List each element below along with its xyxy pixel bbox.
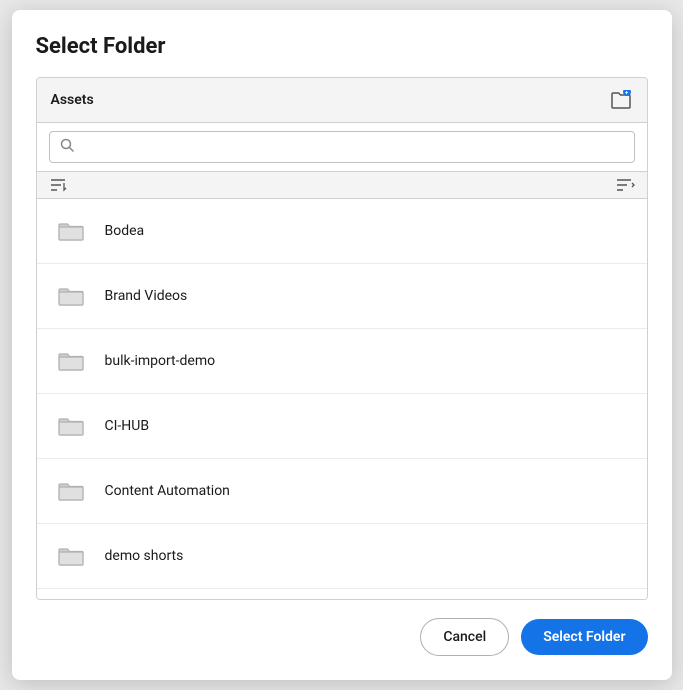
folder-item[interactable]: demo shorts (37, 524, 647, 589)
select-folder-button[interactable]: Select Folder (521, 619, 647, 655)
folder-icon (53, 278, 89, 314)
folder-name: bulk-import-demo (105, 353, 216, 369)
folder-name: CI-HUB (105, 418, 150, 434)
folder-name: Bodea (105, 223, 145, 239)
dialog-footer: Cancel Select Folder (36, 618, 648, 656)
folder-name: Brand Videos (105, 288, 188, 304)
folder-item[interactable]: Content Automation (37, 459, 647, 524)
cancel-button[interactable]: Cancel (420, 618, 509, 656)
sort-button[interactable] (49, 178, 67, 192)
panel-header: Assets + (37, 78, 647, 123)
filter-button[interactable] (615, 178, 635, 192)
assets-panel: Assets + (36, 77, 648, 600)
folder-item[interactable]: CI-HUB (37, 394, 647, 459)
search-input[interactable] (82, 139, 624, 155)
panel-header-title: Assets (51, 92, 94, 108)
search-bar (37, 123, 647, 172)
search-icon (60, 138, 74, 156)
assets-folder-icon[interactable]: + (609, 88, 633, 112)
search-input-wrapper[interactable] (49, 131, 635, 163)
toolbar-bar (37, 172, 647, 199)
folder-name: demo shorts (105, 548, 184, 564)
select-folder-dialog: Select Folder Assets + (12, 10, 672, 680)
folder-item[interactable]: Distribution Portal (37, 589, 647, 599)
folder-name: Content Automation (105, 483, 230, 499)
folder-item[interactable]: Brand Videos (37, 264, 647, 329)
folder-icon (53, 473, 89, 509)
folder-icon (53, 538, 89, 574)
folder-item[interactable]: Bodea (37, 199, 647, 264)
folder-list: Bodea Brand Videos bulk-import-demo (37, 199, 647, 599)
folder-icon (53, 408, 89, 444)
folder-icon (53, 213, 89, 249)
dialog-title: Select Folder (36, 34, 648, 59)
folder-icon (53, 343, 89, 379)
folder-item[interactable]: bulk-import-demo (37, 329, 647, 394)
